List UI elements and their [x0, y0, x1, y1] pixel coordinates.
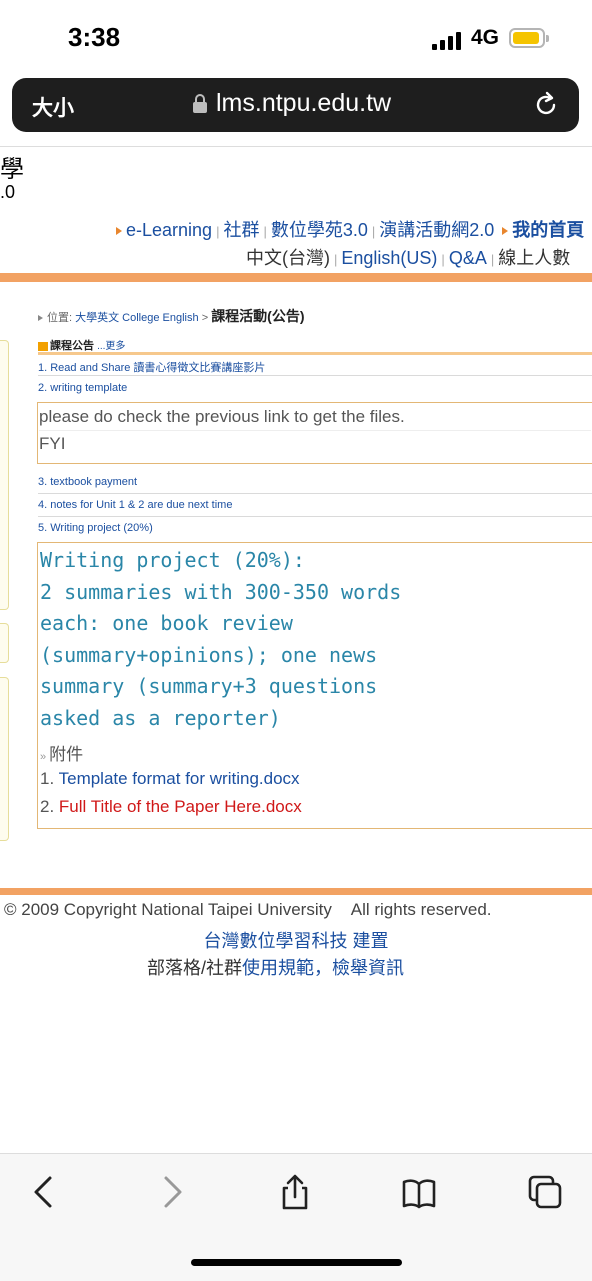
announcement-item-3[interactable]: 3. textbook payment — [38, 476, 137, 488]
nav-elearning[interactable]: e-Learning — [126, 220, 212, 240]
nav-my-home[interactable]: 我的首頁 — [512, 220, 584, 240]
writing-project-text: Writing project (20%): 2 summaries with … — [40, 548, 402, 730]
nav-qa[interactable]: Q&A — [449, 248, 487, 268]
nav-online-users[interactable]: 線上人數 — [498, 248, 570, 268]
status-time: 3:38 — [68, 22, 121, 52]
attachment-item: 1. Template format for writing.docx — [40, 769, 300, 788]
breadcrumb: 位置: 大學英文 College English > 課程活動(公告) — [38, 306, 305, 326]
home-indicator[interactable] — [191, 1259, 402, 1266]
forward-icon[interactable] — [154, 1174, 190, 1210]
attachment-link-paper[interactable]: Full Title of the Paper Here.docx — [59, 797, 302, 816]
announcements-title: 課程公告 — [50, 340, 94, 352]
footer-copyright: © 2009 Copyright National Taipei Univers… — [4, 900, 492, 919]
row-divider — [38, 516, 592, 517]
announcement-item-4[interactable]: 4. notes for Unit 1 & 2 are due next tim… — [38, 499, 232, 511]
announcement-icon — [38, 341, 48, 351]
status-bar: 3:38 4G — [0, 0, 592, 76]
announcement-item-5[interactable]: 5. Writing project (20%) — [38, 522, 153, 534]
nav-lecture-events[interactable]: 演講活動網2.0 — [379, 220, 494, 240]
site-logo[interactable]: 學 — [0, 156, 24, 182]
url-host[interactable]: lms.ntpu.edu.tw — [216, 89, 391, 118]
tabs-icon[interactable] — [527, 1174, 563, 1210]
attachments-label: » 附件 — [40, 745, 84, 764]
built-by-link[interactable]: 台灣數位學習科技 — [203, 931, 347, 951]
row-divider — [38, 375, 592, 376]
breadcrumb-arrow-icon — [38, 315, 43, 322]
announcement-item-2[interactable]: 2. writing template — [38, 382, 127, 394]
nav-arrow-icon — [116, 227, 122, 236]
nav-community[interactable]: 社群 — [223, 220, 259, 240]
site-logo-version: .0 — [0, 182, 16, 202]
reload-icon[interactable] — [532, 90, 560, 118]
footer-band — [0, 888, 592, 895]
sidebar-panel — [0, 623, 9, 663]
lock-icon — [193, 94, 207, 113]
attachment-item: 2. Full Title of the Paper Here.docx — [40, 797, 302, 816]
share-icon[interactable] — [277, 1174, 313, 1210]
detail-text-line: please do check the previous link to get… — [39, 407, 405, 426]
text-size-button[interactable]: 大小 — [32, 92, 74, 122]
row-divider — [38, 493, 592, 494]
nav-digital-campus[interactable]: 數位學苑3.0 — [271, 220, 368, 240]
breadcrumb-course[interactable]: 大學英文 College English — [75, 312, 199, 324]
sidebar-panel — [0, 340, 9, 610]
primary-nav: e-Learning | 社群 | 數位學苑3.0 | 演講活動網2.0 我的首頁 — [116, 216, 584, 242]
announcements-header: 課程公告 ...更多 — [38, 337, 125, 353]
breadcrumb-prefix: 位置: — [47, 312, 73, 324]
sidebar-panel — [0, 677, 9, 841]
header-band — [0, 273, 592, 282]
footer-built-by: 台灣數位學習科技 建置 — [203, 931, 389, 951]
network-type: 4G — [471, 26, 500, 49]
back-icon[interactable] — [26, 1174, 62, 1210]
lang-en-us[interactable]: English(US) — [341, 248, 437, 268]
address-bar[interactable]: 大小 lms.ntpu.edu.tw — [12, 78, 579, 132]
footer-policy: 部落格/社群使用規範，檢舉資訊 — [146, 958, 404, 978]
secondary-nav: 中文(台灣) | English(US) | Q&A | 線上人數 — [246, 248, 571, 268]
announcements-rule — [38, 352, 592, 355]
usage-policy-link[interactable]: 使用規範 — [242, 958, 314, 978]
bookmarks-icon[interactable] — [401, 1174, 437, 1210]
detail-text-line: FYI — [39, 430, 591, 457]
announcements-more-link[interactable]: ...更多 — [97, 341, 125, 352]
breadcrumb-current: 課程活動(公告) — [211, 308, 305, 324]
lang-zh-tw[interactable]: 中文(台灣) — [246, 248, 330, 268]
announcement-detail-5: Writing project (20%): 2 summaries with … — [37, 542, 592, 829]
announcement-detail-2: please do check the previous link to get… — [37, 402, 592, 464]
breadcrumb-separator: > — [201, 312, 209, 324]
signal-icon — [432, 30, 462, 50]
report-link[interactable]: 檢舉資訊 — [332, 958, 404, 978]
page-divider — [0, 146, 592, 147]
nav-arrow-icon — [502, 227, 509, 236]
attachment-link-template[interactable]: Template format for writing.docx — [59, 769, 300, 788]
announcement-item-1[interactable]: 1. Read and Share 讀書心得徵文比賽講座影片 — [38, 359, 265, 375]
battery-icon — [509, 28, 549, 48]
